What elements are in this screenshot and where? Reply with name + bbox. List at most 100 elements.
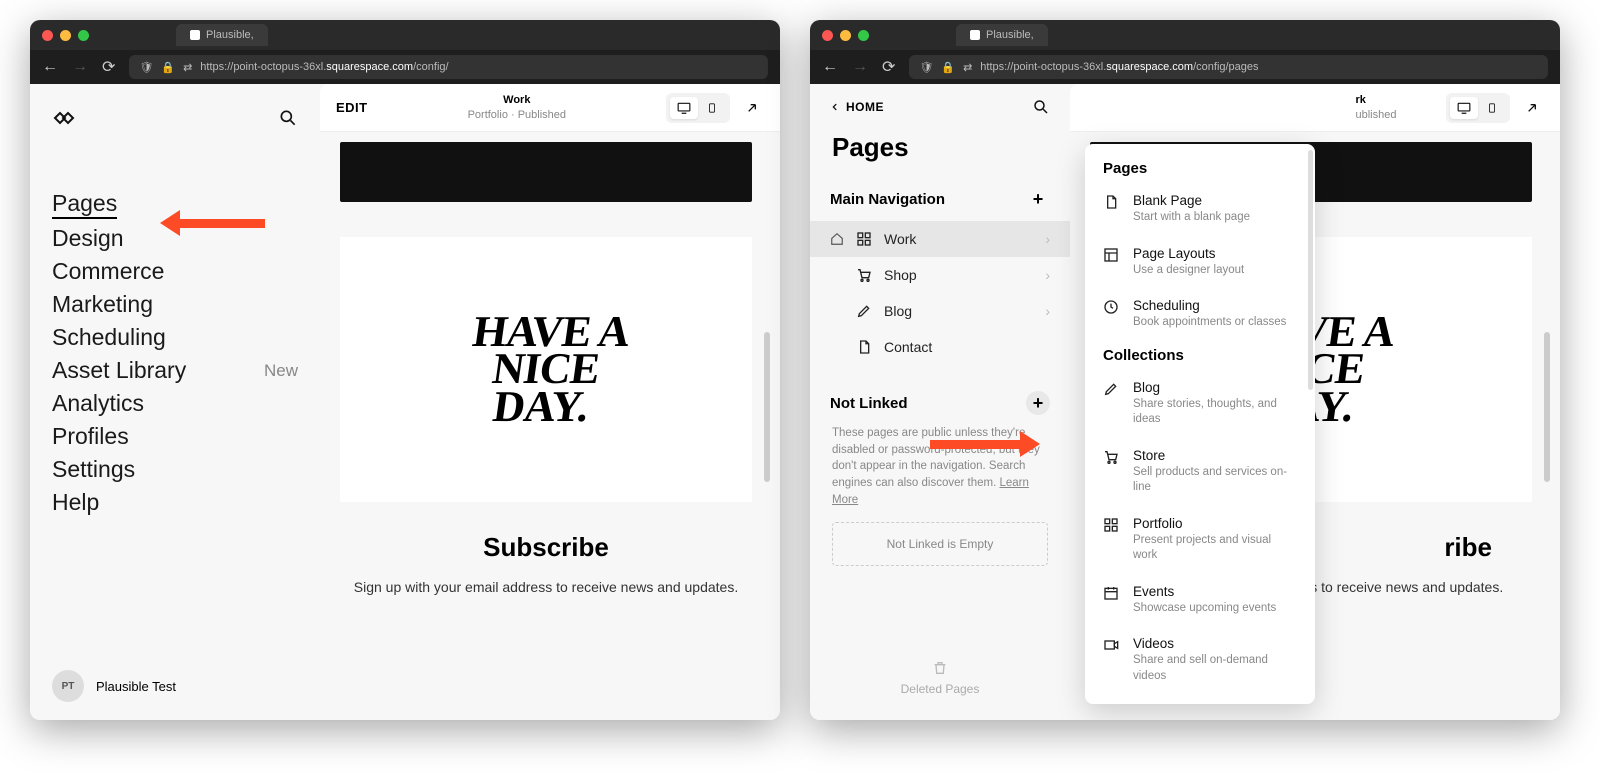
page-row-blog[interactable]: Blog› [810,293,1070,329]
url-domain: squarespace.com [326,61,413,73]
popover-item-desc: Sell products and services on-line [1133,465,1297,496]
preview-hero [340,142,752,202]
expand-icon[interactable] [1520,96,1544,120]
popover-item-videos[interactable]: VideosShare and sell on-demand videos [1087,626,1313,694]
forward-icon[interactable]: → [72,58,88,76]
page-row-label: Work [884,231,916,247]
popover-item-desc: Share and sell on-demand videos [1133,653,1297,684]
window-titlebar: Plausible, [810,20,1560,50]
home-icon [830,232,844,246]
popover-item-blog[interactable]: BlogShare stories, thoughts, and ideas [1087,370,1313,438]
popover-item-portfolio[interactable]: Portfolio Present projects and visual wor… [1087,506,1313,574]
browser-tab[interactable]: Plausible, [176,24,268,46]
browser-tab[interactable]: Plausible, [956,24,1048,46]
back-to-home-button[interactable]: HOME [830,100,884,114]
reload-icon[interactable]: ⟳ [882,57,895,77]
new-badge: New [264,361,298,381]
add-page-popover: Pages Blank PageStart with a blank pageP… [1085,144,1315,704]
preview-subscribe-heading: Subscribe [340,532,752,563]
maximize-window-icon[interactable] [78,30,89,41]
url-bar[interactable]: 🛡 🔒 ⇄ https://point-octopus-36xl.squares… [909,55,1548,79]
popover-item-desc: Share stories, thoughts, and ideas [1133,397,1297,428]
expand-icon[interactable] [740,96,764,120]
sidebar-item-label: Profiles [52,423,129,450]
settings-toggle-icon: ⇄ [183,61,192,74]
device-toggle [666,93,730,123]
page-row-contact[interactable]: Contact [810,329,1070,365]
preview-scrollbar[interactable] [1544,332,1550,482]
url-path: /config/ [413,61,448,73]
preview-toolbar: EDIT Work Portfolio · Published [320,84,780,132]
favicon-icon [970,30,980,40]
sidebar-item-marketing[interactable]: Marketing [52,291,298,318]
sidebar-item-label: Asset Library [52,357,186,384]
page-row-label: Blog [884,303,912,319]
shield-icon: 🛡 [139,61,153,74]
sidebar-item-label: Scheduling [52,324,166,351]
deleted-pages-button[interactable]: Deleted Pages [810,636,1070,720]
desktop-view-button[interactable] [1450,97,1478,119]
sidebar-item-scheduling[interactable]: Scheduling [52,324,298,351]
page-row-work[interactable]: Work› [810,221,1070,257]
clock-icon [1103,299,1121,317]
popover-item-blank-page[interactable]: Blank PageStart with a blank page [1087,183,1313,236]
minimize-window-icon[interactable] [840,30,851,41]
mobile-view-button[interactable] [698,97,726,119]
search-icon[interactable] [278,108,298,128]
annotation-arrow [930,431,1040,457]
preview-scrollbar[interactable] [764,332,770,482]
forward-icon[interactable]: → [852,58,868,76]
edit-button[interactable]: EDIT [336,100,368,115]
url-domain: squarespace.com [1106,61,1193,73]
sidebar-item-commerce[interactable]: Commerce [52,258,298,285]
url-bar[interactable]: 🛡 🔒 ⇄ https://point-octopus-36xl.squares… [129,55,768,79]
popover-item-scheduling[interactable]: SchedulingBook appointments or classes [1087,288,1313,341]
desktop-view-button[interactable] [670,97,698,119]
add-main-nav-page-button[interactable]: + [1026,187,1050,211]
popover-item-page-layouts[interactable]: Page LayoutsUse a designer layout [1087,236,1313,289]
close-window-icon[interactable] [42,30,53,41]
sidebar-item-settings[interactable]: Settings [52,456,298,483]
sidebar-item-pages[interactable]: Pages [52,190,117,219]
popover-item-desc: Present projects and visual work [1133,533,1297,564]
close-window-icon[interactable] [822,30,833,41]
popover-item-store[interactable]: StoreSell products and services on-line [1087,438,1313,506]
home-label: HOME [846,100,884,114]
user-account-row[interactable]: PT Plausible Test [52,662,298,710]
layout-icon [1103,247,1121,265]
browser-window-left: Plausible, ← → ⟳ 🛡 🔒 ⇄ https://point-oct… [30,20,780,720]
pen-icon [856,303,872,319]
not-linked-empty: Not Linked is Empty [832,522,1048,566]
preview-title: Work [468,93,566,107]
sidebar-item-label: Marketing [52,291,153,318]
deleted-pages-label: Deleted Pages [901,682,980,696]
browser-window-right: Plausible, ← → ⟳ 🛡 🔒 ⇄ https://point-oct… [810,20,1560,720]
reload-icon[interactable]: ⟳ [102,57,115,77]
page-row-shop[interactable]: Shop› [810,257,1070,293]
back-icon[interactable]: ← [822,58,838,76]
maximize-window-icon[interactable] [858,30,869,41]
not-linked-header: Not Linked + [810,391,1070,425]
popover-item-title: Portfolio [1133,516,1297,531]
back-icon[interactable]: ← [42,58,58,76]
squarespace-logo-icon[interactable] [52,106,76,130]
not-linked-label: Not Linked [830,395,908,412]
popover-item-title: Blank Page [1133,193,1250,208]
preview-title-cut: rk [1356,93,1397,107]
popover-item-events[interactable]: EventsShowcase upcoming events [1087,574,1313,627]
minimize-window-icon[interactable] [60,30,71,41]
sidebar-item-help[interactable]: Help [52,489,298,516]
popover-item-desc: Book appointments or classes [1133,315,1286,331]
add-not-linked-page-button[interactable]: + [1026,391,1050,415]
browser-toolbar: ← → ⟳ 🛡 🔒 ⇄ https://point-octopus-36xl.s… [30,50,780,84]
sidebar-item-asset-library[interactable]: Asset Library New [52,357,298,384]
pen-icon [1103,381,1121,399]
popover-collections-heading: Collections [1087,347,1313,370]
preview-subtitle: Portfolio · Published [468,108,566,122]
sidebar-item-profiles[interactable]: Profiles [52,423,298,450]
sidebar-item-label: Analytics [52,390,144,417]
mobile-view-button[interactable] [1478,97,1506,119]
search-icon[interactable] [1032,98,1050,116]
popover-scrollbar[interactable] [1308,150,1313,390]
sidebar-item-analytics[interactable]: Analytics [52,390,298,417]
